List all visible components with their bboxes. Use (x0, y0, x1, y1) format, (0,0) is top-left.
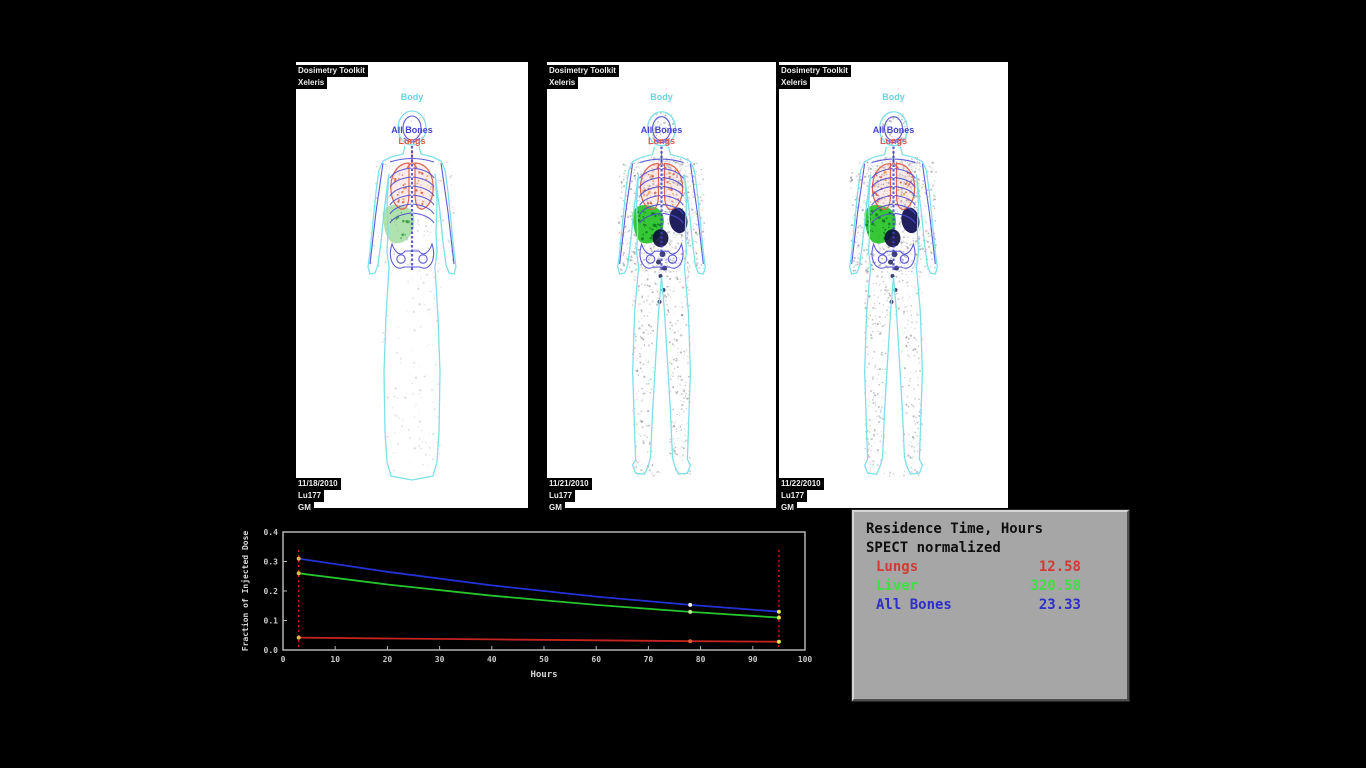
viewport-header: Dosimetry Toolkit Xeleris (779, 65, 851, 89)
scan-viewport-1[interactable]: Dosimetry Toolkit Xeleris Body All Bones… (296, 62, 528, 508)
workstation-label: Xeleris (547, 77, 578, 89)
bones-contour-label: All Bones (779, 125, 1008, 135)
body-contour-label: Body (547, 92, 776, 102)
residence-panel-subtitle: SPECT normalized (866, 539, 1115, 558)
organ-name: All Bones (876, 596, 952, 615)
svg-text:Hours: Hours (530, 670, 557, 680)
svg-text:0.1: 0.1 (264, 617, 279, 626)
isotope-label: Lu177 (547, 490, 575, 502)
body-contour-label: Body (296, 92, 528, 102)
residence-row-lungs: Lungs 12.58 (866, 558, 1115, 577)
residence-time-panel: Residence Time, Hours SPECT normalized L… (852, 510, 1129, 701)
workstation-label: Xeleris (296, 77, 327, 89)
lungs-contour-label: Lungs (779, 136, 1008, 146)
lungs-contour-label: Lungs (547, 136, 776, 146)
svg-text:10: 10 (330, 655, 340, 664)
bones-contour-label: All Bones (296, 125, 528, 135)
organ-name: Lungs (876, 558, 918, 577)
svg-text:80: 80 (696, 655, 706, 664)
svg-text:0.4: 0.4 (264, 528, 279, 537)
mode-label: GM (547, 502, 565, 514)
organ-name: Liver (876, 577, 918, 596)
residence-value: 12.58 (1039, 558, 1081, 577)
bones-contour-label: All Bones (547, 125, 776, 135)
residence-row-liver: Liver 320.58 (866, 577, 1115, 596)
scan-date-label: 11/18/2010 (296, 478, 341, 490)
scan-viewport-3[interactable]: Dosimetry Toolkit Xeleris Body All Bones… (779, 62, 1008, 508)
mode-label: GM (296, 502, 314, 514)
svg-text:60: 60 (591, 655, 601, 664)
svg-text:Fraction of Injected Dose: Fraction of Injected Dose (240, 531, 250, 652)
viewport-footer: 11/22/2010 Lu177 GM (779, 478, 824, 514)
svg-text:90: 90 (748, 655, 758, 664)
svg-text:0: 0 (281, 655, 286, 664)
app-title-label: Dosimetry Toolkit (296, 65, 368, 77)
residence-value: 23.33 (1039, 596, 1081, 615)
residence-value: 320.58 (1030, 577, 1081, 596)
workstation-label: Xeleris (779, 77, 810, 89)
body-contour-label: Body (779, 92, 1008, 102)
scan-viewport-2[interactable]: Dosimetry Toolkit Xeleris Body All Bones… (547, 62, 776, 508)
residence-panel-title: Residence Time, Hours (866, 520, 1115, 539)
svg-text:0.2: 0.2 (264, 587, 279, 596)
time-activity-chart[interactable]: 0.0 0.1 0.2 0.3 0.4 0 10 20 30 40 50 60 70 80 90 100 Fra… (238, 520, 823, 695)
scan-date-label: 11/22/2010 (779, 478, 824, 490)
viewport-footer: 11/18/2010 Lu177 GM (296, 478, 341, 514)
svg-text:20: 20 (383, 655, 393, 664)
svg-text:0.3: 0.3 (264, 558, 279, 567)
svg-text:30: 30 (435, 655, 445, 664)
app-title-label: Dosimetry Toolkit (779, 65, 851, 77)
residence-row-all-bones: All Bones 23.33 (866, 596, 1115, 615)
scan-date-label: 11/21/2010 (547, 478, 592, 490)
mode-label: GM (779, 502, 797, 514)
time-activity-plot[interactable]: 0.0 0.1 0.2 0.3 0.4 0 10 20 30 40 50 60 70 80 90 100 Fra… (238, 520, 823, 695)
isotope-label: Lu177 (779, 490, 807, 502)
lungs-contour-label: Lungs (296, 136, 528, 146)
viewport-header: Dosimetry Toolkit Xeleris (547, 65, 619, 89)
svg-text:0.0: 0.0 (264, 646, 279, 655)
viewport-footer: 11/21/2010 Lu177 GM (547, 478, 592, 514)
svg-text:40: 40 (487, 655, 497, 664)
viewport-header: Dosimetry Toolkit Xeleris (296, 65, 368, 89)
dosimetry-workstation-screen: Dosimetry Toolkit Xeleris Body All Bones… (0, 0, 1366, 768)
svg-text:50: 50 (539, 655, 549, 664)
svg-text:100: 100 (798, 655, 813, 664)
app-title-label: Dosimetry Toolkit (547, 65, 619, 77)
svg-text:70: 70 (644, 655, 654, 664)
isotope-label: Lu177 (296, 490, 324, 502)
